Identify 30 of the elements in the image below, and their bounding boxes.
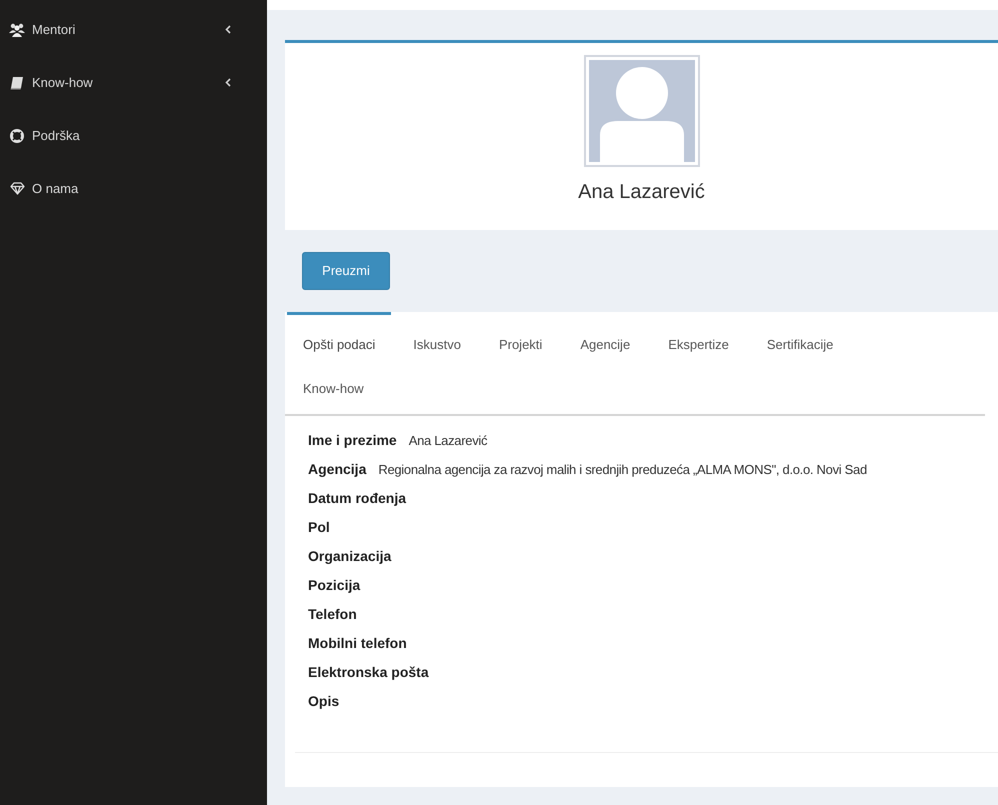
users-icon bbox=[9, 22, 25, 36]
field-label: Pol bbox=[308, 518, 330, 537]
profile-name: Ana Lazarević bbox=[578, 180, 705, 205]
lifebuoy-icon bbox=[10, 128, 24, 142]
field-value: Regionalna agencija za razvoj malih i srednjih preduzeća „ALMA MONS", d.o.o. Novi Sad bbox=[378, 461, 867, 479]
field-label: Telefon bbox=[308, 605, 357, 624]
field-label: Opis bbox=[308, 692, 340, 711]
sidebar-item[interactable]: Podrška bbox=[0, 109, 267, 162]
sidebar-item[interactable]: Know-how bbox=[0, 56, 267, 109]
tab[interactable]: Sertifikacije bbox=[750, 312, 850, 356]
field-value: Ana Lazarević bbox=[408, 432, 488, 450]
field-label: Datum rođenja bbox=[308, 489, 406, 508]
field-label: Ime i prezime bbox=[308, 431, 397, 450]
tab[interactable]: Agencije bbox=[564, 312, 646, 356]
book-icon bbox=[10, 76, 24, 90]
field-label: Agencija bbox=[308, 460, 366, 479]
tab[interactable]: Iskustvo bbox=[397, 312, 477, 356]
avatar-icon bbox=[584, 55, 700, 167]
diamond-icon bbox=[10, 182, 24, 195]
tab[interactable]: Know-how bbox=[287, 356, 380, 400]
sidebar-item[interactable]: O nama bbox=[0, 162, 267, 215]
field-label: Elektronska pošta bbox=[308, 663, 429, 682]
field-label: Organizacija bbox=[308, 547, 392, 566]
field-label: Mobilni telefon bbox=[308, 634, 407, 653]
tab[interactable]: Opšti podaci bbox=[287, 312, 392, 356]
download-button[interactable]: Preuzmi bbox=[302, 252, 390, 290]
tab[interactable]: Ekspertize bbox=[652, 312, 745, 356]
field-label: Pozicija bbox=[308, 576, 360, 595]
sidebar-item[interactable]: Mentori bbox=[0, 3, 267, 56]
tab[interactable]: Projekti bbox=[482, 312, 558, 356]
